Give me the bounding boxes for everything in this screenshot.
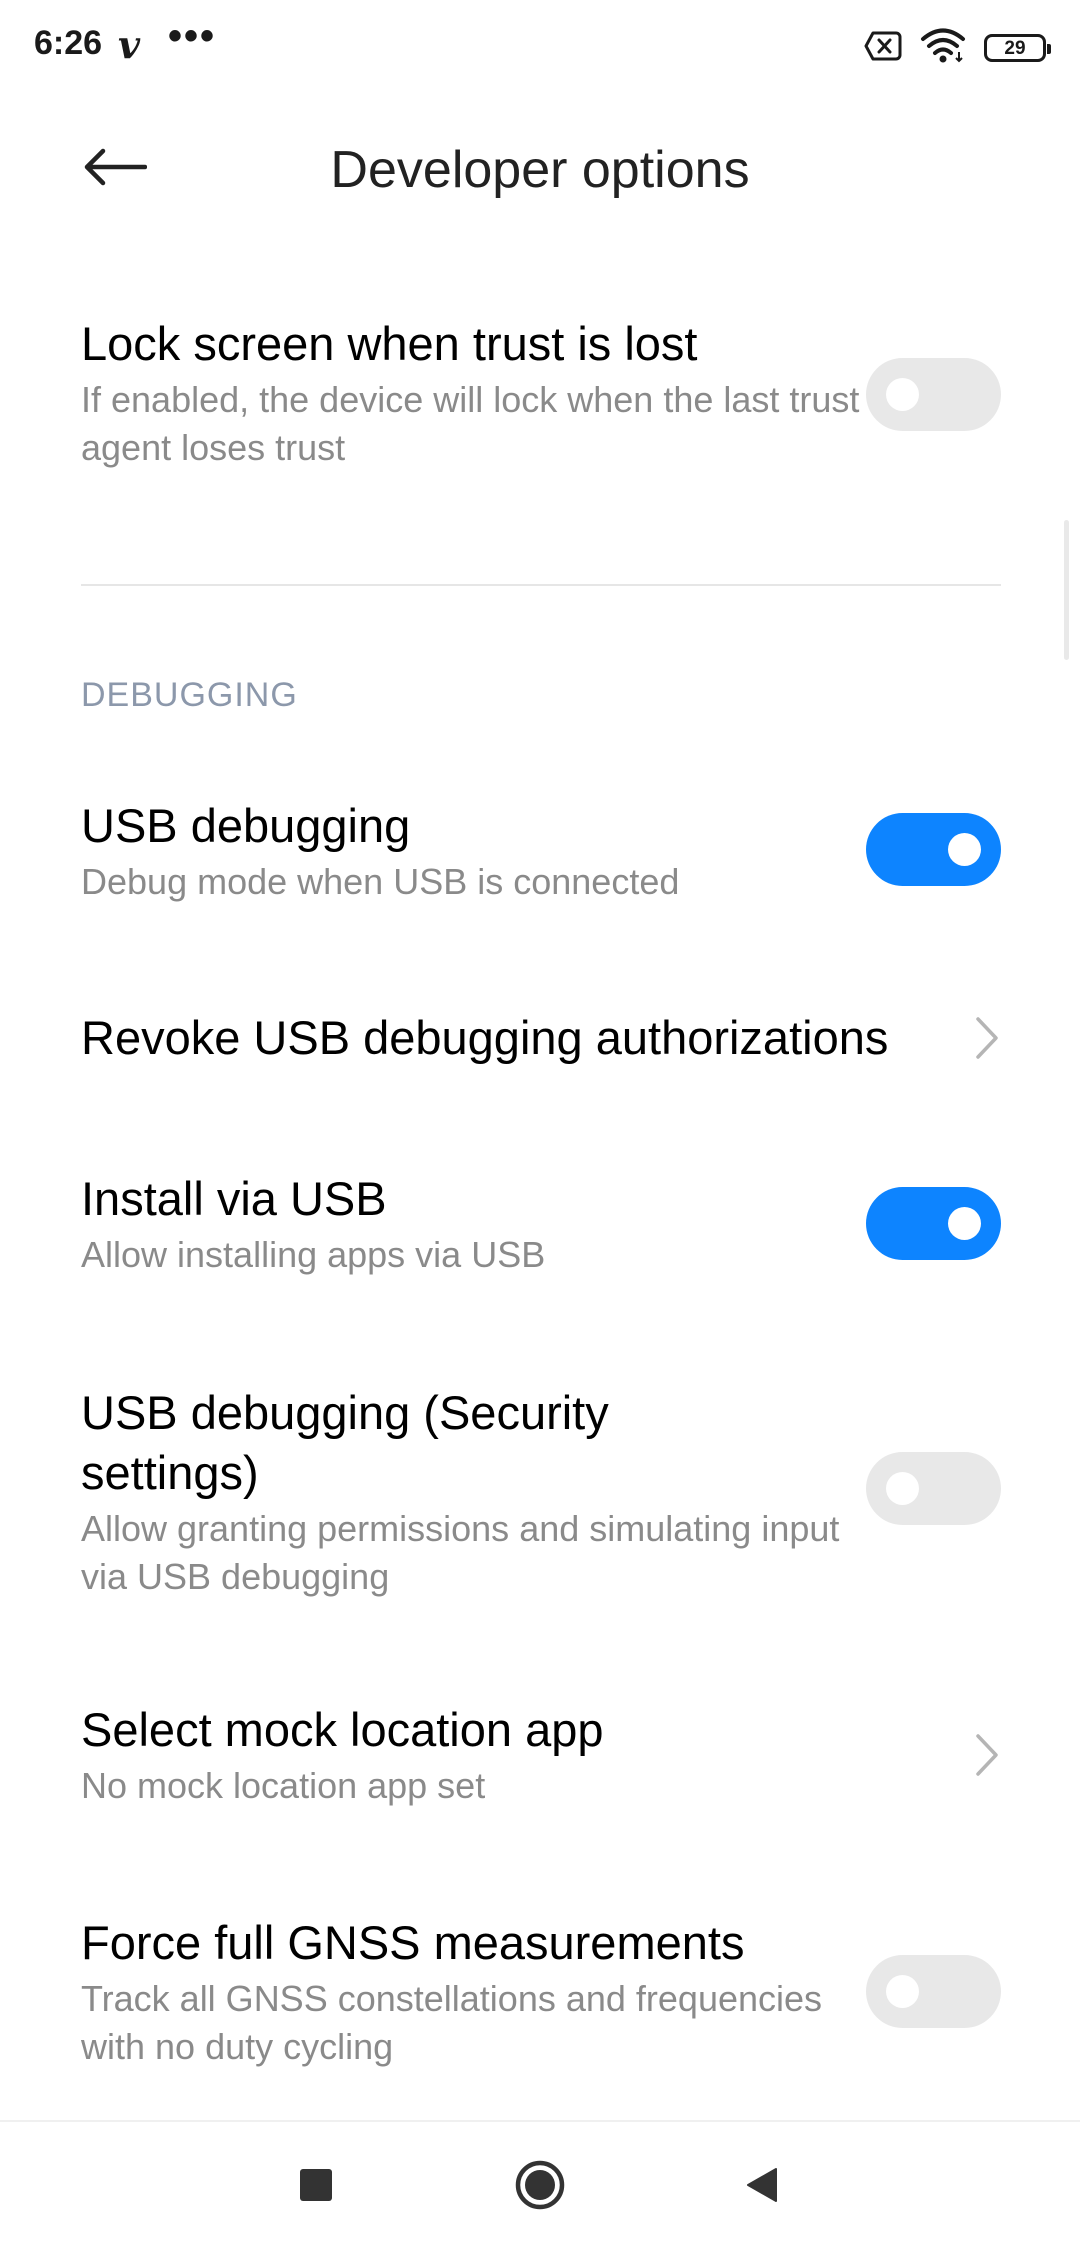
switch-knob bbox=[948, 1207, 981, 1240]
lock-screen-trust-lost-switch[interactable] bbox=[866, 358, 1001, 431]
setting-revoke-usb-authorizations[interactable]: Revoke USB debugging authorizations bbox=[81, 1008, 1001, 1068]
setting-summary: Track all GNSS constellations and freque… bbox=[81, 1978, 823, 2067]
setting-force-full-gnss[interactable]: Force full GNSS measurements Track all G… bbox=[81, 1913, 1001, 2071]
section-header-debugging: DEBUGGING bbox=[81, 676, 298, 714]
status-icons: 29 bbox=[864, 28, 1051, 69]
status-time: 6:26 bbox=[34, 24, 103, 62]
setting-mock-location-app[interactable]: Select mock location app No mock locatio… bbox=[81, 1700, 1001, 1810]
back-triangle-icon bbox=[742, 2165, 782, 2210]
setting-title: USB debugging (Security settings) bbox=[81, 1386, 609, 1499]
setting-install-via-usb[interactable]: Install via USB Allow installing apps vi… bbox=[81, 1169, 1001, 1279]
force-full-gnss-switch[interactable] bbox=[866, 1955, 1001, 2028]
switch-knob bbox=[886, 378, 919, 411]
switch-knob bbox=[948, 833, 981, 866]
chevron-right-icon[interactable] bbox=[968, 1730, 1004, 1780]
setting-usb-debugging[interactable]: USB debugging Debug mode when USB is con… bbox=[81, 796, 1001, 906]
page-title: Developer options bbox=[330, 141, 750, 199]
setting-summary: If enabled, the device will lock when th… bbox=[81, 379, 860, 468]
usb-debugging-switch[interactable] bbox=[866, 813, 1001, 886]
status-bar: 6:26 v ••• 29 bbox=[0, 0, 1080, 96]
setting-title: Revoke USB debugging authorizations bbox=[81, 1011, 889, 1064]
navigation-bar bbox=[0, 2120, 1080, 2250]
usb-debugging-security-switch[interactable] bbox=[866, 1452, 1001, 1525]
app-header: Developer options bbox=[0, 96, 1080, 242]
battery-level: 29 bbox=[1004, 37, 1026, 59]
home-circle-icon bbox=[514, 2159, 566, 2216]
battery-icon: 29 bbox=[984, 34, 1051, 62]
switch-knob bbox=[886, 1472, 919, 1505]
install-via-usb-switch[interactable] bbox=[866, 1187, 1001, 1260]
setting-title: USB debugging bbox=[81, 799, 411, 852]
recents-button[interactable] bbox=[281, 2152, 351, 2222]
setting-summary: Allow installing apps via USB bbox=[81, 1234, 546, 1275]
setting-usb-debugging-security[interactable]: USB debugging (Security settings) Allow … bbox=[81, 1383, 1001, 1601]
vimeo-notification-icon: v bbox=[118, 22, 141, 67]
section-divider bbox=[81, 584, 1001, 586]
setting-title: Install via USB bbox=[81, 1172, 387, 1225]
home-button[interactable] bbox=[505, 2152, 575, 2222]
scrollbar[interactable] bbox=[1064, 520, 1069, 660]
setting-summary: No mock location app set bbox=[81, 1765, 486, 1806]
setting-title: Select mock location app bbox=[81, 1703, 604, 1756]
sim-off-icon bbox=[864, 31, 902, 66]
more-notifications-icon: ••• bbox=[168, 14, 217, 58]
recents-square-icon bbox=[298, 2167, 334, 2208]
setting-summary: Debug mode when USB is connected bbox=[81, 861, 680, 902]
setting-title: Lock screen when trust is lost bbox=[81, 317, 698, 370]
setting-summary: Allow granting permissions and simulatin… bbox=[81, 1508, 840, 1597]
setting-title: Force full GNSS measurements bbox=[81, 1916, 745, 1969]
wifi-icon bbox=[920, 28, 966, 69]
setting-lock-screen-trust-lost[interactable]: Lock screen when trust is lost If enable… bbox=[81, 314, 1001, 472]
chevron-right-icon[interactable] bbox=[968, 1013, 1004, 1063]
back-nav-button[interactable] bbox=[727, 2152, 797, 2222]
switch-knob bbox=[886, 1975, 919, 2008]
